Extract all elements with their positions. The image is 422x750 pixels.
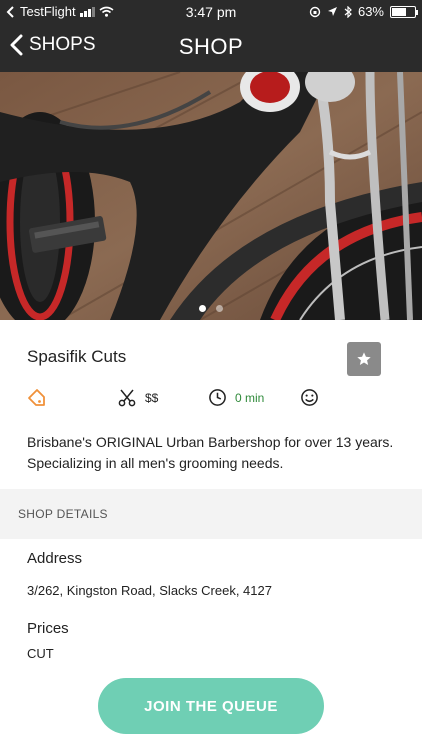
shop-description: Brisbane's ORIGINAL Urban Barbershop for… xyxy=(27,434,394,471)
wait-time-indicator: 0 min xyxy=(208,388,264,407)
star-icon xyxy=(357,352,371,365)
status-right: 63% xyxy=(309,4,418,19)
shop-name: Spasifik Cuts xyxy=(27,347,127,366)
shop-meta-row: $$ 0 min xyxy=(0,388,422,412)
carousel-dot[interactable] xyxy=(199,305,206,312)
scissors-icon xyxy=(118,389,136,407)
prices-value: CUT xyxy=(27,646,54,661)
page-title: SHOP xyxy=(178,34,244,59)
carousel-page-indicator[interactable] xyxy=(0,305,422,312)
tag-icon xyxy=(28,389,45,406)
clock-icon xyxy=(209,389,226,406)
wait-time: 0 min xyxy=(235,390,265,405)
address-value[interactable]: 3/262, Kingston Road, Slacks Creek, 4127 xyxy=(27,583,272,598)
shop-photo-carousel[interactable] xyxy=(0,72,422,320)
carousel-dot[interactable] xyxy=(216,305,223,312)
battery-icon xyxy=(390,5,418,18)
location-icon xyxy=(327,7,337,16)
rating-indicator[interactable] xyxy=(300,388,319,407)
status-bar: TestFlight 3:47 pm 63% xyxy=(0,0,422,24)
battery-percent: 63% xyxy=(357,4,384,19)
deals-indicator[interactable] xyxy=(26,388,46,408)
orientation-lock-icon xyxy=(309,6,321,17)
price-level: $$ xyxy=(145,391,159,405)
favorite-button[interactable] xyxy=(347,342,381,376)
shop-details-header: SHOP DETAILS xyxy=(0,489,422,539)
section-title: SHOP DETAILS xyxy=(18,507,108,521)
join-queue-button[interactable]: JOIN THE QUEUE xyxy=(98,678,324,734)
nav-bar: SHOPS SHOP xyxy=(0,24,422,72)
battery-fill xyxy=(392,7,406,16)
price-indicator: $$ xyxy=(117,388,158,408)
bluetooth-icon xyxy=(344,5,352,18)
address-label: Address xyxy=(27,550,83,567)
prices-label: Prices xyxy=(27,620,69,637)
shop-photo xyxy=(0,72,422,320)
smile-icon xyxy=(301,389,318,406)
